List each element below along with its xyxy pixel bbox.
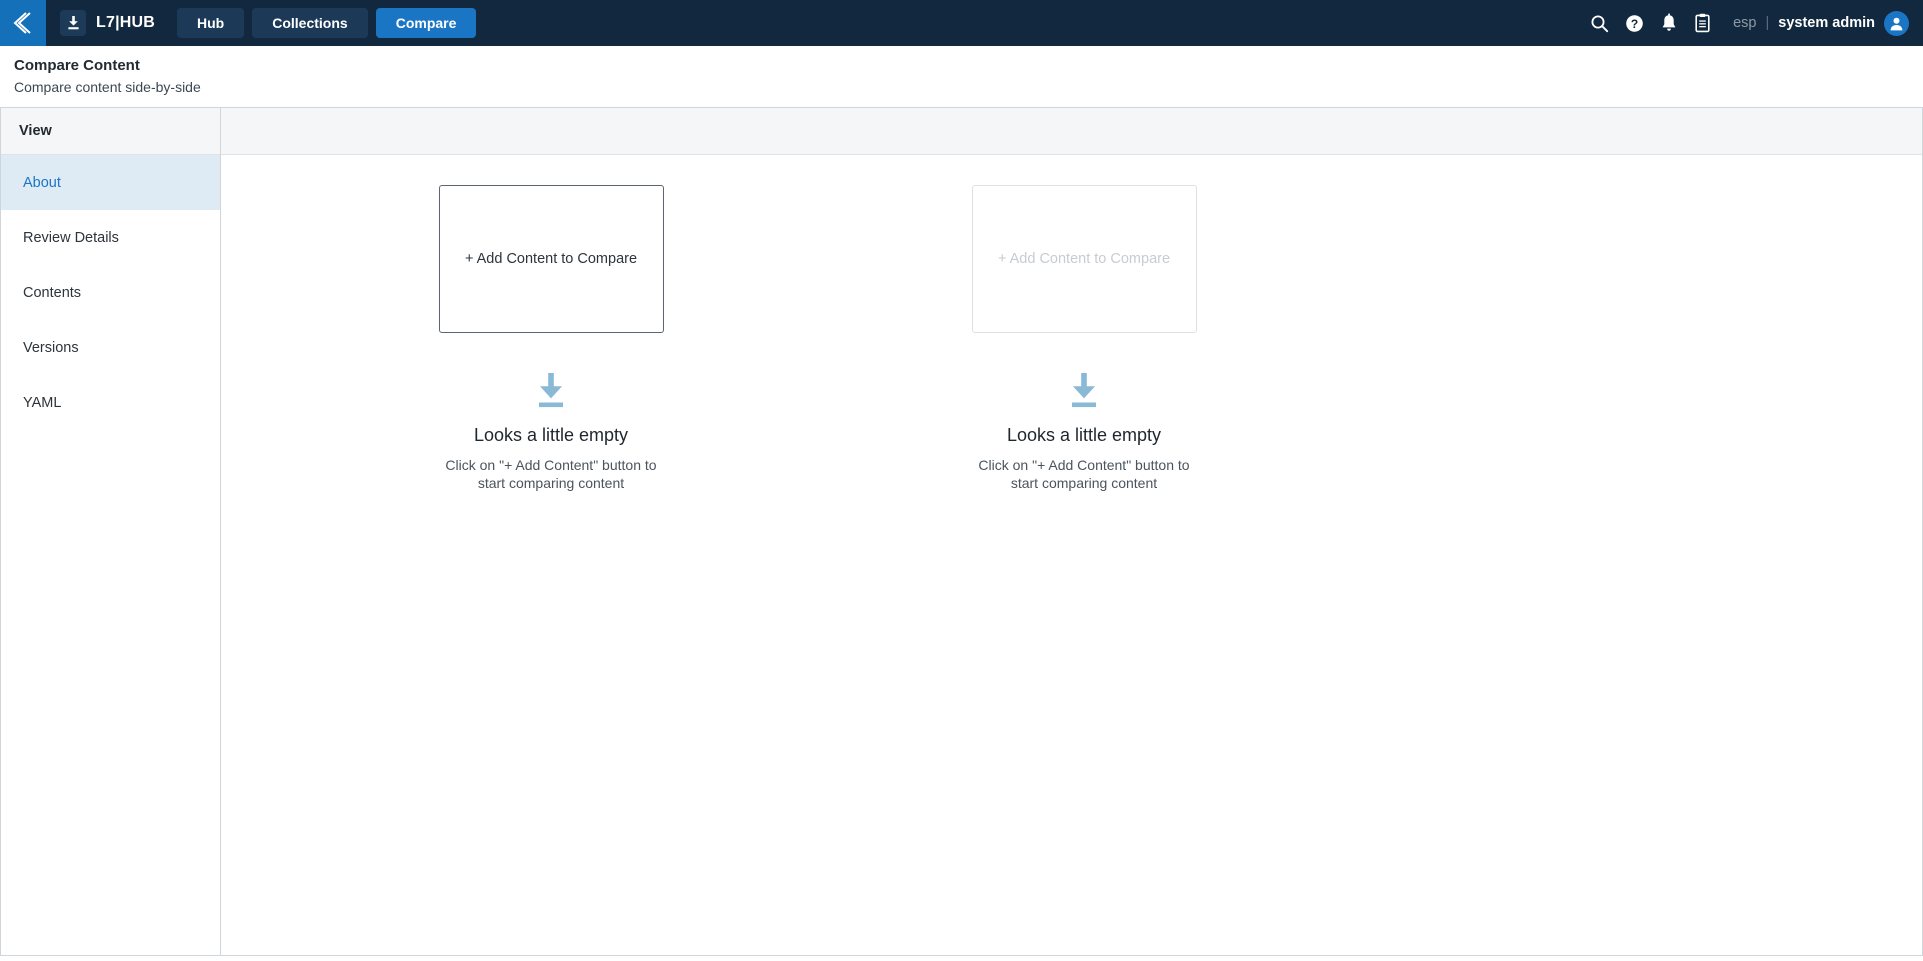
brand-name: L7|HUB bbox=[96, 14, 156, 31]
top-navigation-bar: L7|HUB Hub Collections Compare ? esp | s… bbox=[0, 0, 1923, 46]
download-arrow-icon bbox=[301, 371, 801, 411]
page-bottom-edge bbox=[0, 955, 1923, 961]
compare-pane-left: + Add Content to Compare Looks a little … bbox=[301, 185, 801, 492]
page-title: Compare Content bbox=[14, 57, 140, 74]
download-icon bbox=[60, 10, 86, 36]
body-container: View About Review Details Contents Versi… bbox=[0, 108, 1923, 956]
add-content-button-right[interactable]: + Add Content to Compare bbox=[971, 185, 1197, 333]
empty-state-left: Looks a little empty Click on "+ Add Con… bbox=[301, 371, 801, 492]
compare-area: + Add Content to Compare Looks a little … bbox=[221, 155, 1922, 956]
nav-tabs: Hub Collections Compare bbox=[177, 8, 477, 38]
user-separator: | bbox=[1765, 15, 1770, 31]
user-tenant: esp bbox=[1733, 15, 1757, 31]
empty-state-right: Looks a little empty Click on "+ Add Con… bbox=[834, 371, 1334, 492]
topbar-actions: ? esp | system admin bbox=[1590, 0, 1923, 46]
download-arrow-icon bbox=[834, 371, 1334, 411]
sidebar-item-about[interactable]: About bbox=[1, 155, 220, 210]
compare-pane-right: + Add Content to Compare Looks a little … bbox=[834, 185, 1334, 492]
sidebar-item-versions[interactable]: Versions bbox=[1, 320, 220, 375]
clipboard-icon[interactable] bbox=[1694, 13, 1711, 33]
content-toolbar bbox=[221, 108, 1922, 155]
page-header: Compare Content Compare content side-by-… bbox=[0, 46, 1923, 108]
sidebar-item-yaml[interactable]: YAML bbox=[1, 375, 220, 430]
empty-state-description-right: Click on "+ Add Content" button to start… bbox=[978, 457, 1190, 491]
empty-state-title-right: Looks a little empty bbox=[1006, 425, 1162, 445]
nav-tab-collections[interactable]: Collections bbox=[252, 8, 368, 38]
add-content-button-left[interactable]: + Add Content to Compare bbox=[438, 185, 664, 333]
page-subtitle: Compare content side-by-side bbox=[14, 79, 201, 95]
chevron-left-icon bbox=[12, 10, 34, 36]
back-button[interactable] bbox=[0, 0, 46, 46]
search-icon[interactable] bbox=[1590, 14, 1609, 33]
user-name: system admin bbox=[1778, 15, 1875, 31]
main-content: + Add Content to Compare Looks a little … bbox=[221, 108, 1923, 956]
svg-text:?: ? bbox=[1631, 17, 1638, 31]
sidebar: View About Review Details Contents Versi… bbox=[0, 108, 221, 956]
brand[interactable]: L7|HUB bbox=[60, 0, 155, 46]
notifications-bell-icon[interactable] bbox=[1660, 13, 1678, 33]
nav-tab-hub[interactable]: Hub bbox=[177, 8, 245, 38]
sidebar-item-contents[interactable]: Contents bbox=[1, 265, 220, 320]
user-menu[interactable]: esp | system admin bbox=[1733, 10, 1909, 36]
help-icon[interactable]: ? bbox=[1625, 14, 1644, 33]
nav-tab-compare[interactable]: Compare bbox=[375, 8, 477, 38]
empty-state-title-left: Looks a little empty bbox=[473, 425, 629, 445]
empty-state-description-left: Click on "+ Add Content" button to start… bbox=[445, 457, 657, 491]
sidebar-header: View bbox=[1, 108, 220, 155]
sidebar-item-review-details[interactable]: Review Details bbox=[1, 210, 220, 265]
user-avatar-icon bbox=[1884, 10, 1909, 36]
